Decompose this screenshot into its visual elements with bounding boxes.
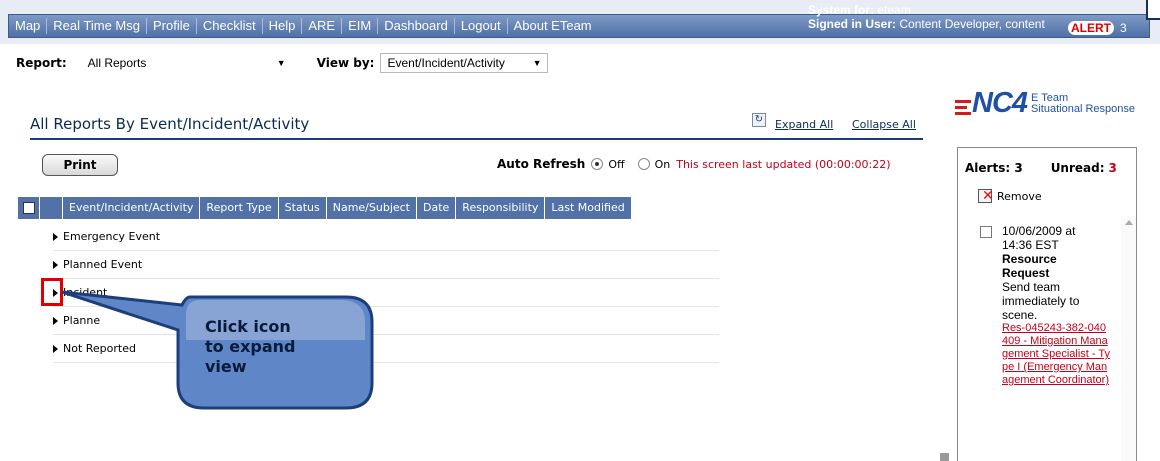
nav-about-eteam[interactable]: About ETeam (508, 18, 598, 34)
nc4-logo: NC4 E Team Situational Response (955, 88, 1135, 118)
unread-count: 3 (1108, 161, 1117, 175)
expand-triangle-icon[interactable] (53, 317, 58, 325)
alert-title: Resource (1002, 252, 1057, 266)
resize-handle[interactable] (940, 453, 949, 461)
row-label: Not Reported (63, 342, 136, 355)
nav-map[interactable]: Map (9, 18, 48, 34)
auto-refresh: Auto Refresh Off On This screen last upd… (497, 157, 891, 171)
table-row[interactable]: Planne (53, 307, 719, 335)
logo-line: Situational Response (1031, 103, 1135, 115)
viewby-label: View by: (316, 56, 375, 70)
viewby-select[interactable]: Event/Incident/Activity ▼ (380, 53, 549, 73)
report-select-value: All Reports (87, 56, 147, 70)
print-button[interactable]: Print (42, 154, 118, 176)
remove-icon (978, 188, 994, 204)
logo-mark: NC4 (972, 87, 1028, 119)
expand-triangle-icon[interactable] (53, 345, 58, 353)
alert-title: Request (1002, 266, 1050, 280)
col-responsibility[interactable]: Responsibility (456, 197, 546, 219)
expand-all-link[interactable]: Expand All (775, 118, 833, 131)
alert-count: 3 (1120, 21, 1127, 35)
report-label: Report: (16, 56, 67, 70)
user-value: Content Developer, content (899, 17, 1045, 31)
grid-header-blank (40, 197, 63, 219)
row-label: Emergency Event (63, 230, 161, 243)
expand-triangle-icon[interactable] (53, 261, 58, 269)
report-filter-row: Report: All Reports ▼ View by: Event/Inc… (16, 52, 549, 74)
remove-label: Remove (997, 189, 1042, 203)
collapse-all-link[interactable]: Collapse All (852, 118, 916, 131)
alert-time: 14:36 EST (1002, 238, 1059, 252)
system-info: System for: eteam Signed in User: Conten… (808, 3, 1045, 31)
table-row[interactable]: Not Reported (53, 335, 719, 363)
row-label: Planned Event (63, 258, 143, 271)
col-status[interactable]: Status (278, 197, 327, 219)
alerts-count: 3 (1014, 161, 1023, 175)
alert-date: 10/06/2009 at (1002, 224, 1076, 238)
auto-refresh-off-radio[interactable] (591, 158, 604, 170)
auto-refresh-on-radio[interactable] (637, 158, 650, 170)
scroll-up-icon[interactable] (1125, 220, 1133, 225)
col-name-subject[interactable]: Name/Subject (326, 197, 417, 219)
auto-refresh-off-label: Off (608, 157, 625, 171)
report-select[interactable]: All Reports ▼ (80, 53, 293, 73)
expand-icon-highlight (41, 278, 63, 306)
nav-eim[interactable]: EIM (342, 18, 379, 34)
col-date[interactable]: Date (417, 197, 457, 219)
title-divider (30, 138, 923, 140)
logo-stripes (955, 100, 971, 115)
alert-link[interactable]: Res-045243-382-040409 - Mitigation Manag… (1002, 322, 1112, 387)
nav-help[interactable]: Help (263, 18, 303, 34)
expand-triangle-icon[interactable] (53, 233, 58, 241)
col-last-modified[interactable]: Last Modified (545, 197, 632, 219)
chevron-down-icon: ▼ (276, 58, 286, 68)
col-report-type[interactable]: Report Type (200, 197, 279, 219)
system-value: eteam (877, 3, 911, 17)
col-event-incident-activity[interactable]: Event/Incident/Activity (63, 197, 201, 219)
table-row[interactable]: Emergency Event (53, 223, 719, 251)
row-label: Incident (63, 286, 108, 299)
callout-text: Click icon to expand view (205, 317, 295, 377)
auto-refresh-label: Auto Refresh (497, 157, 586, 171)
alerts-scrollbar[interactable] (1121, 216, 1136, 461)
grid-header: Event/Incident/Activity Report Type Stat… (18, 197, 632, 219)
select-all-checkbox[interactable] (18, 197, 40, 219)
remove-button[interactable]: Remove (978, 188, 1042, 204)
nav-logout[interactable]: Logout (455, 18, 508, 34)
viewby-select-value: Event/Incident/Activity (387, 56, 505, 70)
nav-dashboard[interactable]: Dashboard (378, 18, 455, 34)
auto-refresh-on-label: On (654, 157, 671, 171)
refresh-icon[interactable]: ↻ (752, 113, 766, 127)
nav-checklist[interactable]: Checklist (197, 18, 263, 34)
alerts-panel: Alerts: 3 Unread: 3 Remove 10/06/2009 at… (957, 147, 1137, 461)
page-title: All Reports By Event/Incident/Activity (30, 115, 310, 133)
unread-label: Unread: (1050, 161, 1105, 175)
alert-message: Send team immediately to scene. (1002, 280, 1080, 322)
corner-frame (1146, 0, 1160, 20)
nav-real-time-msg[interactable]: Real Time Msg (47, 18, 147, 34)
alert-checkbox[interactable] (980, 226, 992, 238)
alert-badge[interactable]: ALERT (1068, 21, 1114, 35)
user-label: Signed in User: (808, 17, 897, 31)
alerts-header: Alerts: 3 Unread: 3 (965, 161, 1117, 175)
table-row[interactable]: Incident (53, 279, 719, 307)
callout-line: view (205, 357, 247, 376)
nav-profile[interactable]: Profile (147, 18, 197, 34)
callout-line: Click icon (205, 317, 291, 336)
logo-caption: E Team Situational Response (1031, 93, 1135, 115)
alert-item: 10/06/2009 at 14:36 EST Resource Request… (980, 224, 1120, 387)
alert-body: 10/06/2009 at 14:36 EST Resource Request… (1002, 224, 1112, 387)
callout-line: to expand (205, 337, 296, 356)
row-label: Planne (63, 314, 101, 327)
nav-are[interactable]: ARE (302, 18, 343, 34)
chevron-down-icon: ▼ (532, 58, 542, 68)
system-label: System for: (808, 3, 875, 17)
table-row[interactable]: Planned Event (53, 251, 719, 279)
last-updated-text: This screen last updated (00:00:00:22) (676, 157, 891, 171)
alerts-label: Alerts: (965, 161, 1011, 175)
